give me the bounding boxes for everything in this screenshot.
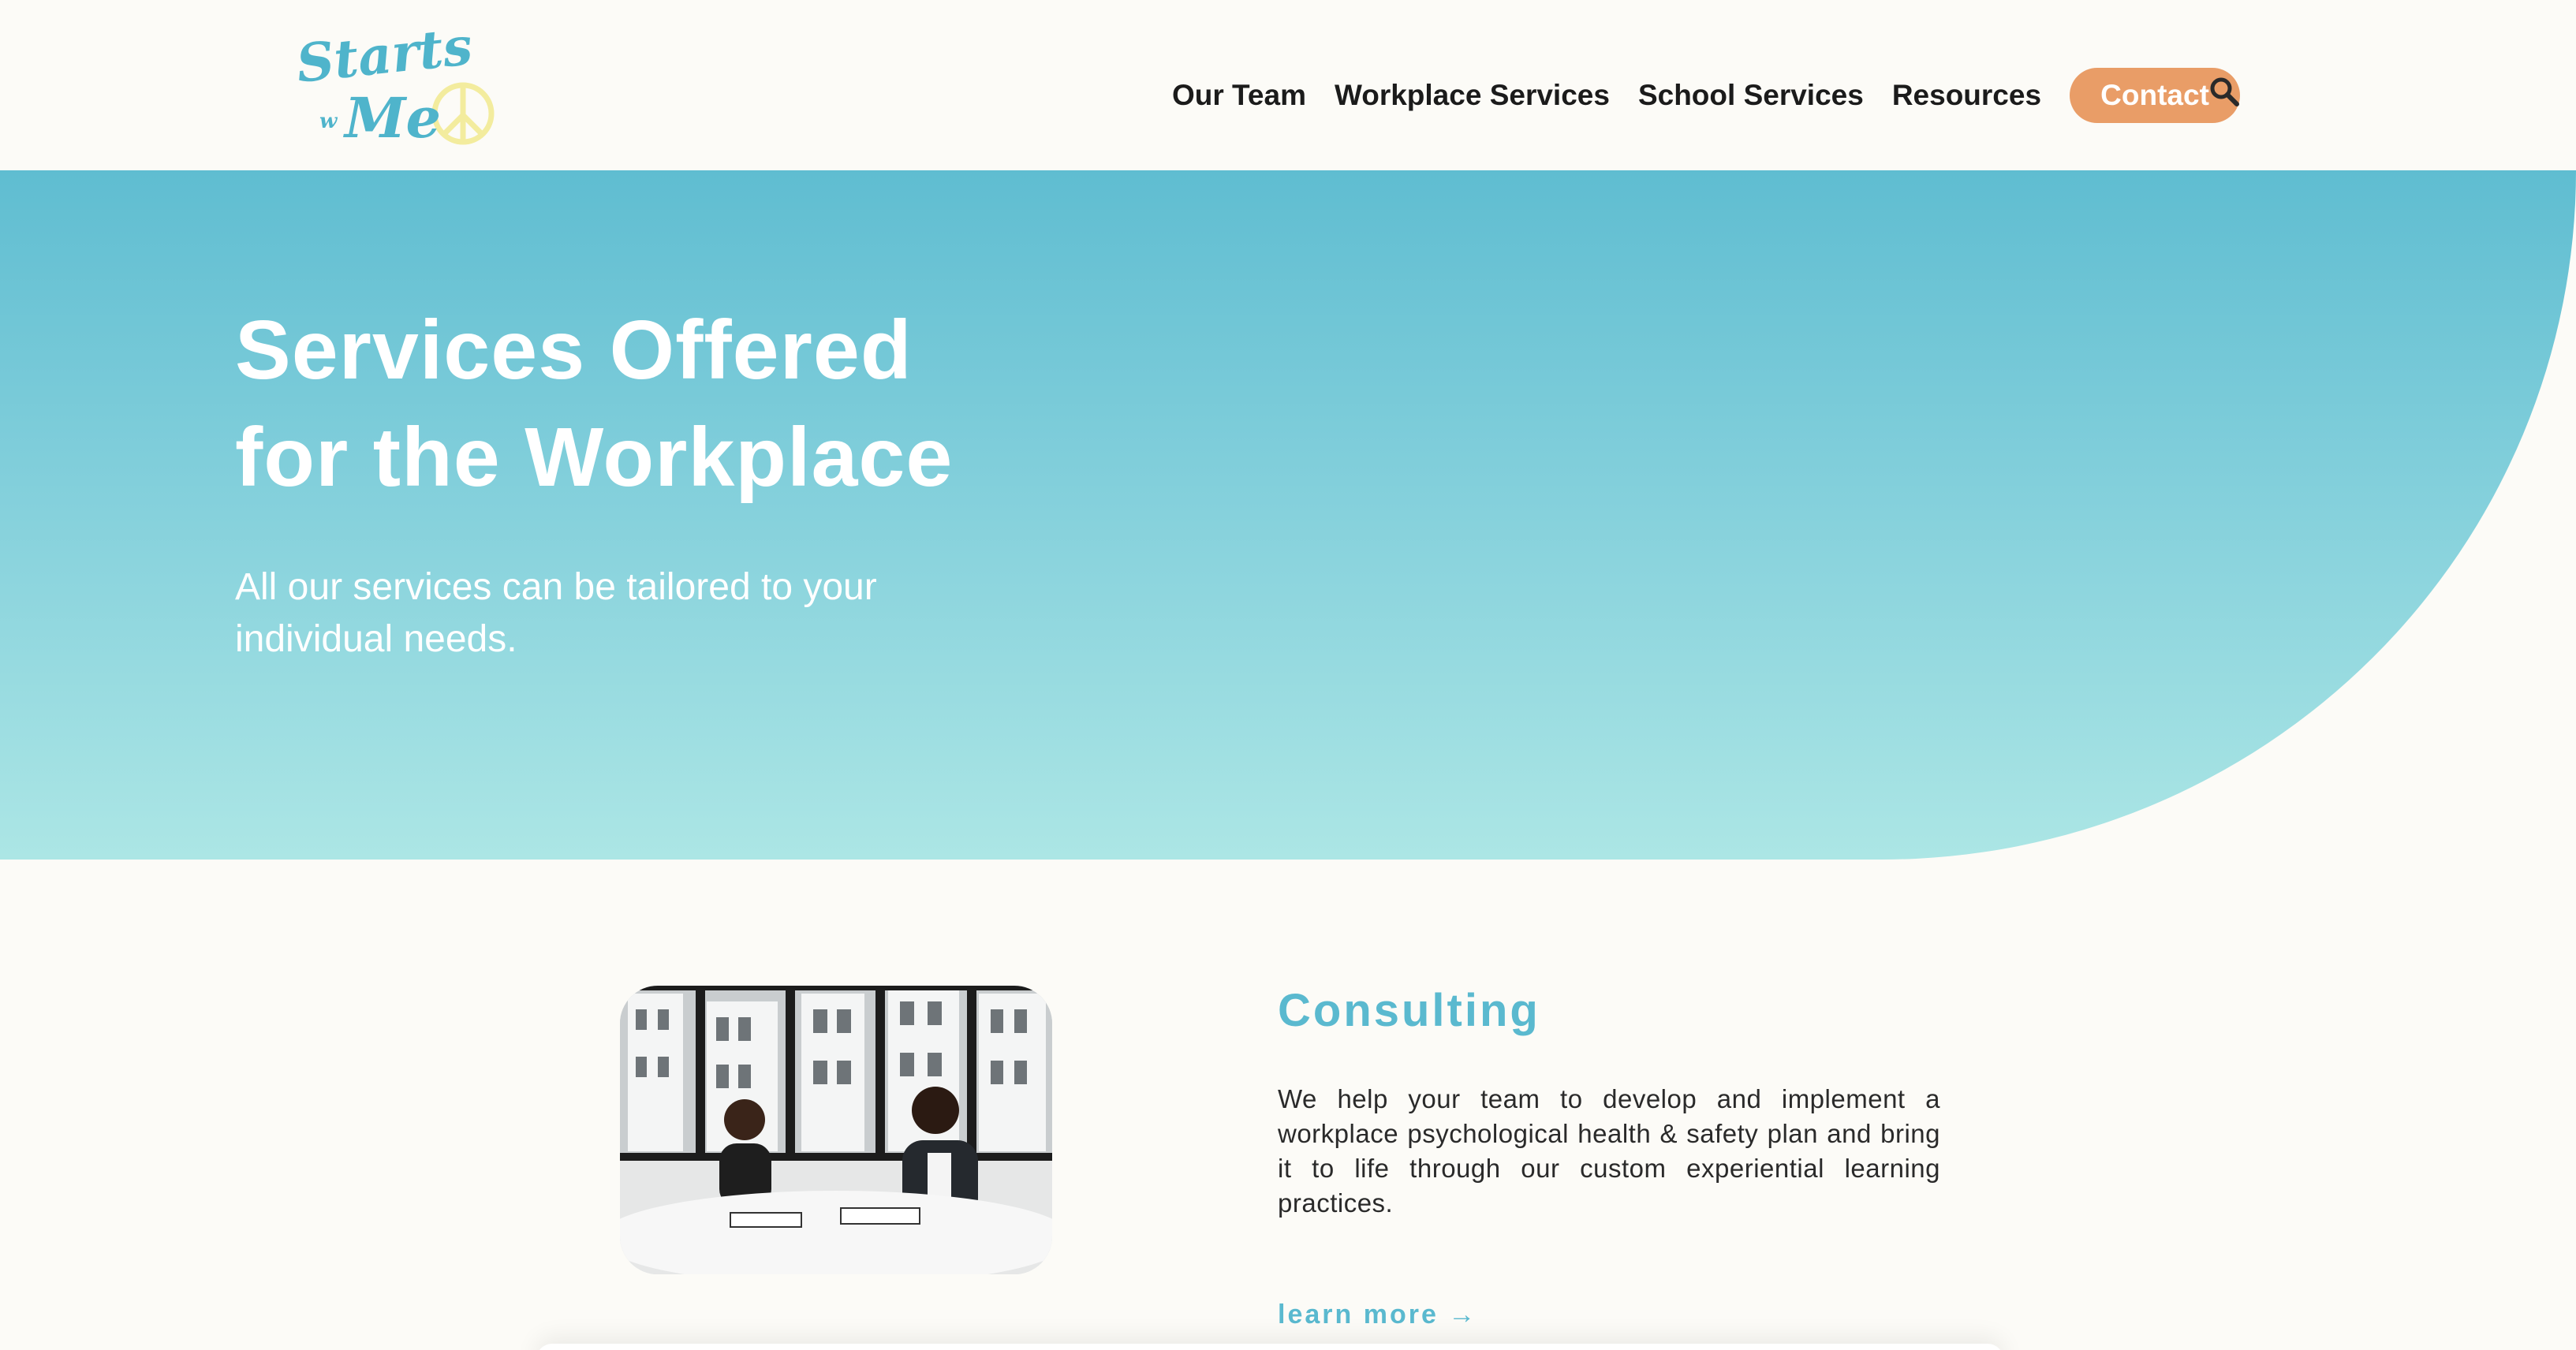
logo-word-w: w: [319, 110, 338, 133]
site-header: Starts w Me Our Team Workplace Services …: [0, 0, 2576, 170]
nav-workplace-services[interactable]: Workplace Services: [1335, 79, 1610, 112]
site-logo[interactable]: Starts w Me: [296, 28, 501, 151]
learn-more-link[interactable]: learn more →: [1278, 1300, 1477, 1330]
hero-title-line-1: Services Offered: [235, 304, 913, 397]
main-nav: Our Team Workplace Services School Servi…: [1172, 68, 2241, 123]
page: Starts w Me Our Team Workplace Services …: [0, 0, 2576, 1350]
next-card-edge: [536, 1344, 2003, 1350]
hero-title: Services Offered for the Workplace: [235, 296, 1182, 511]
nav-our-team[interactable]: Our Team: [1172, 79, 1306, 112]
consulting-title: Consulting: [1278, 985, 1540, 1036]
hero-section: Services Offered for the Workplace All o…: [0, 170, 2576, 860]
nav-resources[interactable]: Resources: [1892, 79, 2041, 112]
search-icon[interactable]: [2208, 76, 2240, 107]
consulting-description: We help your team to develop and impleme…: [1278, 1084, 1940, 1218]
consulting-photo: [620, 986, 1052, 1274]
nav-school-services[interactable]: School Services: [1638, 79, 1864, 112]
hero-background: [0, 170, 2576, 860]
hero-title-line-2: for the Workplace: [235, 411, 954, 504]
hero-gradient-shape: [0, 170, 2576, 860]
peace-sign-icon: [431, 82, 495, 145]
logo-word-me: Me: [343, 85, 441, 151]
hero-subtitle: All our services can be tailored to your…: [235, 566, 877, 660]
